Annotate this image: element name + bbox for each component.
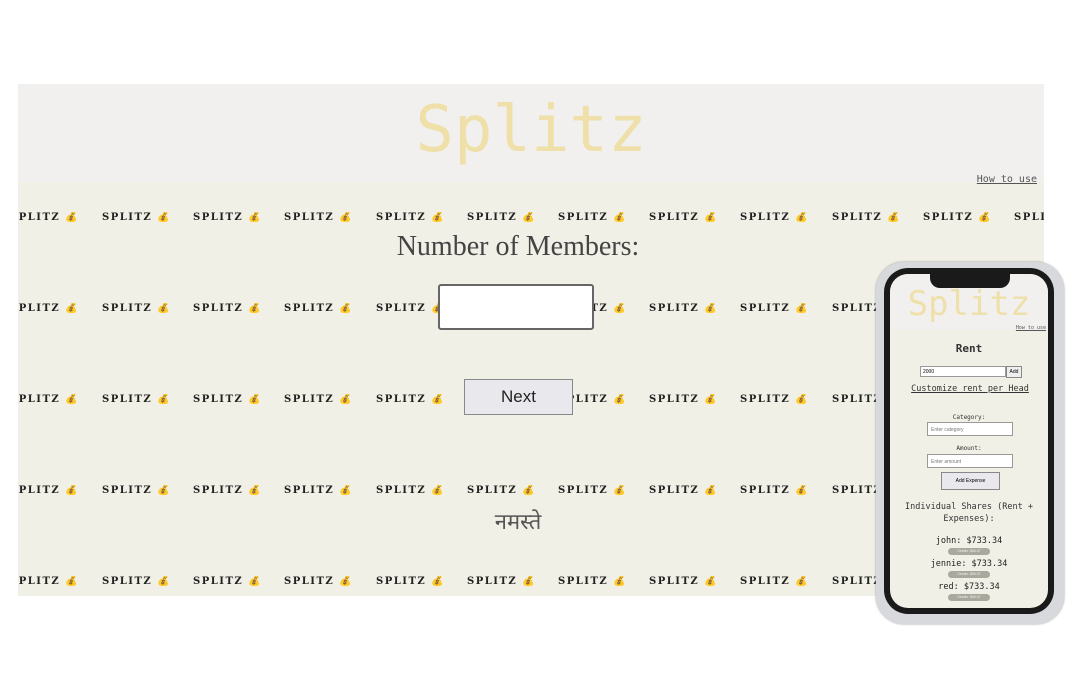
pattern-token: SPLITZ 💰	[376, 303, 446, 314]
pattern-token: SPLITZ 💰	[18, 212, 80, 223]
share-item: red: $733.34	[938, 582, 1000, 592]
phone-notch	[930, 274, 1010, 288]
pattern-token: SPLITZ 💰	[558, 485, 628, 496]
share-item: john: $733.34	[935, 536, 1003, 546]
pattern-token: SPLITZ 💰	[376, 394, 446, 405]
pattern-token: SPLITZ 💰	[193, 485, 263, 496]
pattern-token: SPLITZ 💰	[102, 303, 172, 314]
pattern-token: SPLITZ 💰	[649, 576, 719, 587]
pattern-token: SPLITZ 💰	[376, 212, 446, 223]
app-title: Splitz	[415, 93, 647, 167]
share-details-pill[interactable]: Details: $66.67	[948, 594, 990, 601]
rent-add-button[interactable]: Add	[1006, 366, 1022, 378]
pattern-row: SPLITZ 💰 SPLITZ 💰 SPLITZ 💰 SPLITZ 💰 SPLITZ 💰…	[18, 212, 1044, 228]
category-label: Category:	[952, 414, 986, 421]
pattern-token: SPLITZ 💰	[467, 212, 537, 223]
members-input[interactable]	[438, 284, 594, 330]
pattern-token: SPLITZ 💰	[832, 212, 902, 223]
pattern-token: SPLITZ 💰	[649, 303, 719, 314]
pattern-token: SPLITZ 💰	[102, 485, 172, 496]
mobile-screen: Splitz How to use Rent 2000 Add Customiz…	[890, 274, 1048, 608]
add-expense-button[interactable]: Add Expense	[941, 472, 1000, 490]
next-button[interactable]: Next	[464, 379, 573, 415]
customize-rent-link[interactable]: Customize rent per Head	[890, 384, 1048, 394]
pattern-token: SPLITZ 💰	[18, 303, 80, 314]
pattern-token: SPLITZ 💰	[102, 576, 172, 587]
pattern-token: SPLITZ 💰	[467, 485, 537, 496]
pattern-token: SPLITZ 💰	[193, 303, 263, 314]
pattern-token: SPLITZ 💰	[558, 212, 628, 223]
share-details-pill[interactable]: Details: $66.67	[948, 548, 990, 555]
pattern-token: SPLITZ 💰	[1014, 212, 1044, 223]
greeting-text: नमस्ते	[494, 510, 542, 535]
mobile-preview: Splitz How to use Rent 2000 Add Customiz…	[876, 262, 1064, 624]
pattern-token: SPLITZ 💰	[284, 576, 354, 587]
mobile-how-to-use-link[interactable]: How to use	[1016, 325, 1046, 331]
pattern-token: SPLITZ 💰	[467, 576, 537, 587]
rent-heading: Rent	[955, 342, 983, 355]
pattern-token: SPLITZ 💰	[376, 485, 446, 496]
pattern-token: SPLITZ 💰	[102, 394, 172, 405]
pattern-token: SPLITZ 💰	[193, 394, 263, 405]
members-label: Number of Members:	[396, 231, 640, 262]
rent-input[interactable]: 2000	[920, 366, 1006, 377]
pattern-token: SPLITZ 💰	[740, 394, 810, 405]
pattern-token: SPLITZ 💰	[923, 212, 993, 223]
pattern-token: SPLITZ 💰	[18, 485, 80, 496]
pattern-token: SPLITZ 💰	[376, 576, 446, 587]
amount-label: Amount:	[956, 445, 982, 452]
pattern-token: SPLITZ 💰	[649, 394, 719, 405]
pattern-token: SPLITZ 💰	[18, 576, 80, 587]
category-input[interactable]: Enter category	[927, 422, 1013, 436]
share-item: jennie: $733.34	[930, 559, 1008, 569]
pattern-token: SPLITZ 💰	[284, 485, 354, 496]
amount-input[interactable]: Enter amount	[927, 454, 1013, 468]
pattern-token: SPLITZ 💰	[284, 394, 354, 405]
pattern-token: SPLITZ 💰	[102, 212, 172, 223]
shares-heading: Individual Shares (Rent + Expenses):	[905, 502, 1033, 524]
pattern-token: SPLITZ 💰	[649, 485, 719, 496]
pattern-token: SPLITZ 💰	[284, 303, 354, 314]
pattern-token: SPLITZ 💰	[558, 576, 628, 587]
pattern-token: SPLITZ 💰	[193, 576, 263, 587]
pattern-token: SPLITZ 💰	[18, 394, 80, 405]
pattern-token: SPLITZ 💰	[284, 212, 354, 223]
pattern-token: SPLITZ 💰	[740, 485, 810, 496]
pattern-token: SPLITZ 💰	[740, 212, 810, 223]
pattern-token: SPLITZ 💰	[649, 212, 719, 223]
app-header: Splitz How to use	[18, 84, 1044, 185]
share-details-pill[interactable]: Details: $66.67	[948, 571, 990, 578]
mobile-app-title: Splitz	[907, 284, 1031, 324]
pattern-token: SPLITZ 💰	[193, 212, 263, 223]
pattern-token: SPLITZ 💰	[740, 303, 810, 314]
pattern-token: SPLITZ 💰	[740, 576, 810, 587]
